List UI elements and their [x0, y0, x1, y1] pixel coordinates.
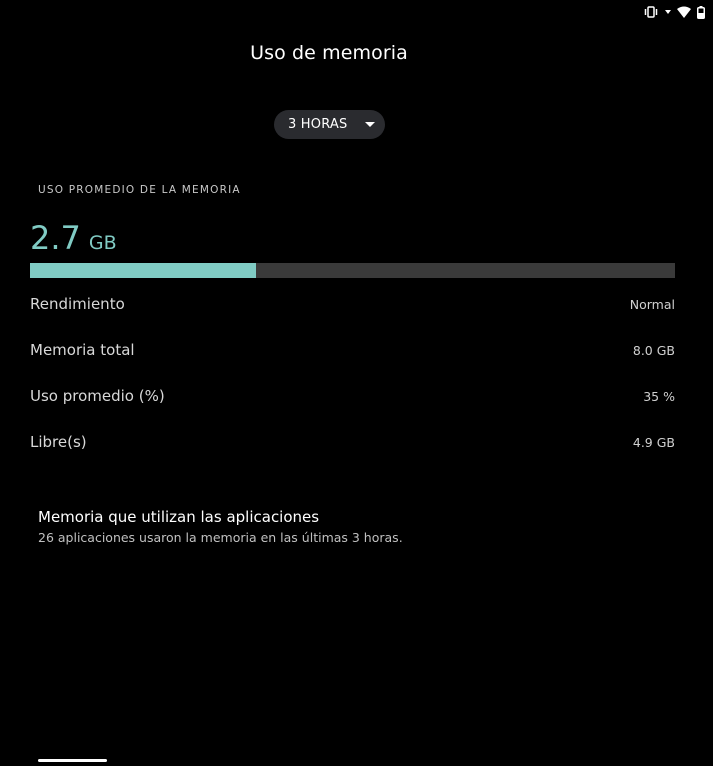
stat-row-performance: Rendimiento Normal	[30, 295, 675, 313]
usage-unit: GB	[88, 232, 117, 254]
stat-value: 8.0 GB	[632, 343, 675, 358]
stat-value: Normal	[629, 297, 675, 312]
time-range-dropdown[interactable]: 3 HORAS	[274, 110, 385, 139]
apps-memory-item[interactable]: Memoria que utilizan las aplicaciones 26…	[38, 508, 403, 545]
memory-usage-bar	[30, 263, 675, 278]
stat-label: Uso promedio (%)	[30, 387, 165, 405]
battery-icon	[697, 5, 705, 19]
stat-row-free: Libre(s) 4.9 GB	[30, 433, 675, 451]
usage-number: 2.7	[30, 219, 81, 257]
signal-arrow-icon	[665, 9, 671, 15]
stat-label: Memoria total	[30, 341, 135, 359]
stat-label: Rendimiento	[30, 295, 125, 313]
memory-usage-bar-fill	[30, 263, 256, 278]
apps-memory-subtitle: 26 aplicaciones usaron la memoria en las…	[38, 530, 403, 545]
navigation-handle[interactable]	[38, 759, 107, 762]
average-usage-value: 2.7 GB	[30, 219, 117, 257]
stat-value: 35 %	[643, 389, 675, 404]
apps-memory-title: Memoria que utilizan las aplicaciones	[38, 508, 320, 526]
stat-label: Libre(s)	[30, 433, 87, 451]
vibrate-icon	[643, 6, 659, 18]
status-bar	[643, 4, 705, 20]
stat-row-total-memory: Memoria total 8.0 GB	[30, 341, 675, 359]
page-title: Uso de memoria	[250, 42, 408, 64]
memory-usage-screen: Uso de memoria 3 HORAS USO PROMEDIO DE L…	[0, 0, 713, 766]
chevron-down-icon	[365, 122, 375, 127]
average-usage-heading: USO PROMEDIO DE LA MEMORIA	[38, 184, 241, 196]
stat-row-average-percent: Uso promedio (%) 35 %	[30, 387, 675, 405]
wifi-icon	[677, 6, 691, 18]
stat-value: 4.9 GB	[632, 435, 675, 450]
time-range-label: 3 HORAS	[288, 117, 348, 132]
